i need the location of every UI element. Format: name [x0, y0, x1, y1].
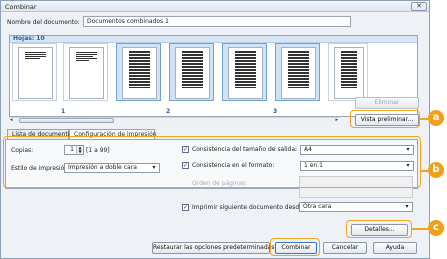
page-number-1: 1	[61, 108, 66, 115]
callout-badge-c: c	[428, 220, 444, 236]
scroll-right-icon[interactable]: ▸	[335, 117, 338, 123]
print-next-select[interactable]: Otra cara ▾	[299, 202, 413, 212]
callout-highlight-combine	[270, 238, 320, 256]
window-title: Combinar	[5, 3, 37, 11]
page-number-3: 3	[273, 108, 278, 115]
callout-connector-a	[420, 118, 428, 120]
page-text-lines	[341, 51, 357, 88]
page-number-2: 2	[166, 108, 171, 115]
page-text-lines	[288, 51, 309, 88]
callout-connector-c	[412, 228, 428, 230]
scrollbar-thumb[interactable]	[19, 118, 114, 123]
callout-highlight-a	[350, 110, 420, 128]
thumbnail-page[interactable]	[63, 43, 108, 101]
callout-badge-a: a	[428, 110, 444, 126]
doc-name-input[interactable]: Documentos combinados 1	[83, 16, 351, 27]
callout-highlight-b	[3, 136, 421, 188]
thumbnail-page[interactable]	[275, 43, 320, 101]
close-button[interactable]: ✕	[411, 2, 427, 11]
chevron-down-icon: ▾	[405, 203, 409, 210]
page-paper	[281, 47, 316, 99]
page-text-lines	[129, 51, 150, 88]
page-text-lines	[76, 52, 97, 62]
restore-defaults-button[interactable]: Restaurar las opciones predeterminadas	[152, 242, 274, 254]
thumbnail-page[interactable]	[222, 43, 267, 101]
page-text-lines	[235, 51, 256, 88]
delete-button[interactable]: Eliminar	[355, 97, 419, 109]
page-text-lines	[182, 51, 203, 88]
thumbnail-page[interactable]	[12, 43, 57, 101]
page-paper	[18, 47, 53, 99]
print-next-value: Otra cara	[303, 203, 332, 210]
thumbnail-page[interactable]	[169, 43, 214, 101]
page-paper	[69, 47, 104, 99]
callout-badge-b: b	[428, 162, 444, 178]
callout-highlight-c	[346, 220, 412, 238]
page-paper	[334, 47, 364, 99]
doc-name-label: Nombre del documento:	[7, 19, 80, 26]
preview-scrollbar[interactable]: ◂ ▸	[9, 117, 339, 123]
callout-connector-b	[421, 170, 428, 172]
page-text-lines	[25, 52, 46, 60]
print-next-label: Imprimir siguiente documento desde:	[192, 204, 305, 211]
help-button[interactable]: Ayuda	[373, 242, 417, 254]
page-paper	[175, 47, 210, 99]
cancel-button[interactable]: Cancelar	[323, 242, 367, 254]
page-paper	[228, 47, 263, 99]
title-bar: Combinar ✕	[1, 1, 429, 12]
thumbnail-page[interactable]	[328, 43, 368, 101]
scroll-left-icon[interactable]: ◂	[10, 117, 13, 123]
print-next-checkbox[interactable]: ✓	[182, 204, 189, 211]
page-paper	[122, 47, 157, 99]
thumbnail-page[interactable]	[116, 43, 161, 101]
sheet-count: Hojas: 10	[10, 36, 417, 43]
